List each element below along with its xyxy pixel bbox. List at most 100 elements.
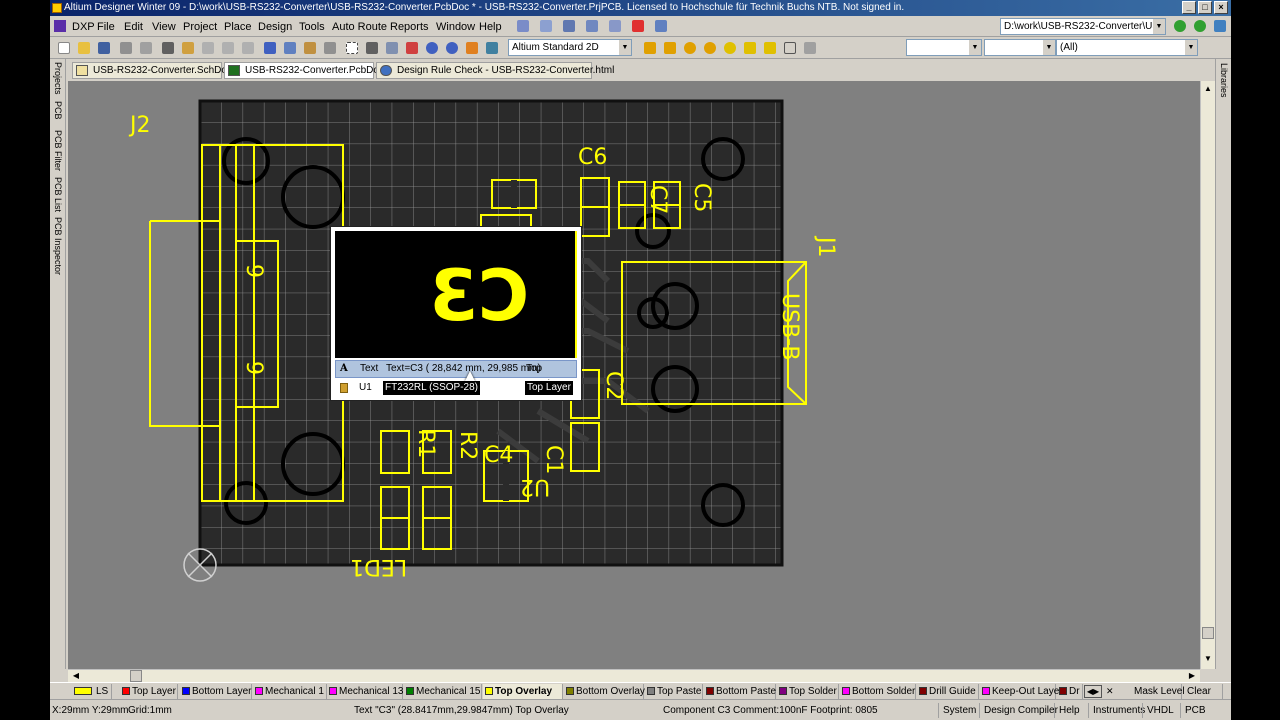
3d-view-icon[interactable] xyxy=(160,40,176,56)
pcb-button[interactable]: PCB xyxy=(1180,703,1210,718)
help-button[interactable]: Help xyxy=(1054,703,1084,718)
project-path-combo[interactable]: D:\work\USB-RS232-Converter\USB-R ▼ xyxy=(1000,18,1166,35)
pcb-canvas[interactable]: J2 J1 C6 C5 C7 C2 C1 C4 R2 R1 U2 LED1 US… xyxy=(68,81,1200,669)
place-polygon-icon[interactable] xyxy=(762,40,778,56)
filter-value-combo[interactable]: ▼ xyxy=(906,39,982,56)
zoom-area-icon[interactable] xyxy=(200,40,216,56)
scroll-down-icon[interactable]: ▼ xyxy=(1202,653,1214,665)
menu-window[interactable]: Window xyxy=(431,19,480,35)
filter-all-combo[interactable]: (All) ▼ xyxy=(1056,39,1198,56)
select-icon[interactable] xyxy=(630,18,646,34)
layer-tab-mechanical-1[interactable]: Mechanical 1 xyxy=(253,684,327,699)
pick-list-item-text[interactable]: A Text Text=C3 ( 28,842 mm, 29,985 mm) T… xyxy=(335,360,577,390)
place-arc-icon[interactable] xyxy=(722,40,738,56)
filter-scope-combo[interactable]: ▼ xyxy=(984,39,1056,56)
layer-tab-bottom-paste[interactable]: Bottom Paste xyxy=(704,684,776,699)
place-fill-icon[interactable] xyxy=(742,40,758,56)
scroll-thumb-horizontal[interactable] xyxy=(130,670,142,682)
tab-schdoc[interactable]: USB-RS232-Converter.SchDoc xyxy=(72,62,232,79)
menu-edit[interactable]: Edit xyxy=(119,19,148,35)
copy-icon[interactable] xyxy=(282,40,298,56)
snap-icon[interactable] xyxy=(515,18,531,34)
place-component-icon[interactable] xyxy=(802,40,818,56)
insight-magnifier-popup[interactable]: C3 A Text Text=C3 ( 28,842 mm, 29,985 mm… xyxy=(330,226,582,401)
align-icon[interactable] xyxy=(561,18,577,34)
scroll-left-icon[interactable]: ◀ xyxy=(70,670,82,682)
select-area-icon[interactable] xyxy=(344,40,360,56)
scroll-right-icon[interactable]: ▶ xyxy=(1186,670,1198,682)
layer-tab-mechanical-13[interactable]: Mechanical 13 xyxy=(327,684,403,699)
vhdl-button[interactable]: VHDL xyxy=(1142,703,1178,718)
minimize-icon[interactable]: _ xyxy=(1182,1,1196,14)
tab-drc-report[interactable]: Design Rule Check - USB-RS232-Converter.… xyxy=(376,62,614,79)
layer-tab-top-overlay[interactable]: Top Overlay xyxy=(483,684,563,699)
undo-icon[interactable] xyxy=(424,40,440,56)
arrange-icon[interactable] xyxy=(584,18,600,34)
print-icon[interactable] xyxy=(118,40,134,56)
place-pad-icon[interactable] xyxy=(682,40,698,56)
tab-pcbdoc[interactable]: USB-RS232-Converter.PcbDoc * xyxy=(224,62,391,79)
room-icon[interactable] xyxy=(607,18,623,34)
paste-icon[interactable] xyxy=(302,40,318,56)
menu-design[interactable]: Design xyxy=(253,19,297,35)
panel-tab-pcb-list[interactable]: PCB List xyxy=(51,177,65,212)
layer-sets-icon[interactable]: ✕ xyxy=(1106,685,1118,698)
cut-icon[interactable] xyxy=(262,40,278,56)
clear-button[interactable]: Clear xyxy=(1183,684,1223,699)
maximize-icon[interactable]: □ xyxy=(1198,1,1212,14)
layer-tab-bottom-layer[interactable]: Bottom Layer xyxy=(180,684,252,699)
layer-tab-mechanical-15[interactable]: Mechanical 15 xyxy=(404,684,482,699)
menu-view[interactable]: View xyxy=(147,19,181,35)
select-inside-icon[interactable] xyxy=(384,40,400,56)
layer-tab-top-solder[interactable]: Top Solder xyxy=(777,684,839,699)
layer-tab-top-paste[interactable]: Top Paste xyxy=(645,684,703,699)
layer-scroll-icon[interactable]: ◀▶ xyxy=(1084,685,1102,698)
print-preview-icon[interactable] xyxy=(138,40,154,56)
layer-tab-drill-drawing[interactable]: Dr xyxy=(1057,684,1083,699)
rubber-stamp-icon[interactable] xyxy=(322,40,338,56)
horizontal-scrollbar[interactable]: ◀ ▶ xyxy=(68,669,1200,682)
menu-tools[interactable]: Tools xyxy=(294,19,330,35)
layer-tab-bottom-solder[interactable]: Bottom Solder xyxy=(840,684,916,699)
layer-tab-ls[interactable]: LS xyxy=(72,684,112,699)
mask-level-button[interactable]: Mask Level xyxy=(1120,684,1185,699)
zoom-previous-icon[interactable] xyxy=(240,40,256,56)
cross-probe-icon[interactable] xyxy=(464,40,480,56)
home-icon[interactable] xyxy=(1212,18,1228,34)
browse-component-icon[interactable] xyxy=(484,40,500,56)
pick-list-item-component[interactable]: U1 FT232RL (SSOP-28) Top Layer xyxy=(335,380,577,398)
panel-tab-pcb[interactable]: PCB xyxy=(51,101,65,120)
system-button[interactable]: System xyxy=(938,703,980,718)
menu-reports[interactable]: Reports xyxy=(385,19,434,35)
menu-help[interactable]: Help xyxy=(474,19,507,35)
design-compiler-button[interactable]: Design Compiler xyxy=(979,703,1062,718)
panel-tab-libraries[interactable]: Libraries xyxy=(1217,63,1231,98)
scroll-thumb[interactable] xyxy=(1202,627,1214,639)
forward-icon[interactable] xyxy=(1192,18,1208,34)
list-icon[interactable] xyxy=(538,18,554,34)
view-mode-combo[interactable]: Altium Standard 2D ▼ xyxy=(508,39,632,56)
back-icon[interactable] xyxy=(1172,18,1188,34)
new-icon[interactable] xyxy=(56,40,72,56)
chevron-down-icon[interactable]: ▼ xyxy=(969,40,981,55)
layer-tab-top-layer[interactable]: Top Layer xyxy=(120,684,178,699)
route-diff-pair-icon[interactable] xyxy=(662,40,678,56)
move-icon[interactable] xyxy=(364,40,380,56)
deselect-icon[interactable] xyxy=(404,40,420,56)
place-via-icon[interactable] xyxy=(702,40,718,56)
save-icon[interactable] xyxy=(96,40,112,56)
interactive-route-icon[interactable] xyxy=(642,40,658,56)
menu-file[interactable]: File xyxy=(92,19,120,35)
chevron-down-icon[interactable]: ▼ xyxy=(1153,19,1165,34)
menu-place[interactable]: Place xyxy=(219,19,257,35)
grid-icon[interactable] xyxy=(653,18,669,34)
panel-tab-pcb-inspector[interactable]: PCB Inspector xyxy=(51,217,65,275)
zoom-fit-icon[interactable] xyxy=(180,40,196,56)
layer-tab-bottom-overlay[interactable]: Bottom Overlay xyxy=(564,684,645,699)
panel-tab-projects[interactable]: Projects xyxy=(51,62,65,95)
vertical-scrollbar[interactable]: ▲ ▼ xyxy=(1200,81,1215,669)
menu-project[interactable]: Project xyxy=(178,19,222,35)
chevron-down-icon[interactable]: ▼ xyxy=(619,40,631,55)
menu-auto-route[interactable]: Auto Route xyxy=(327,19,392,35)
zoom-selected-icon[interactable] xyxy=(220,40,236,56)
